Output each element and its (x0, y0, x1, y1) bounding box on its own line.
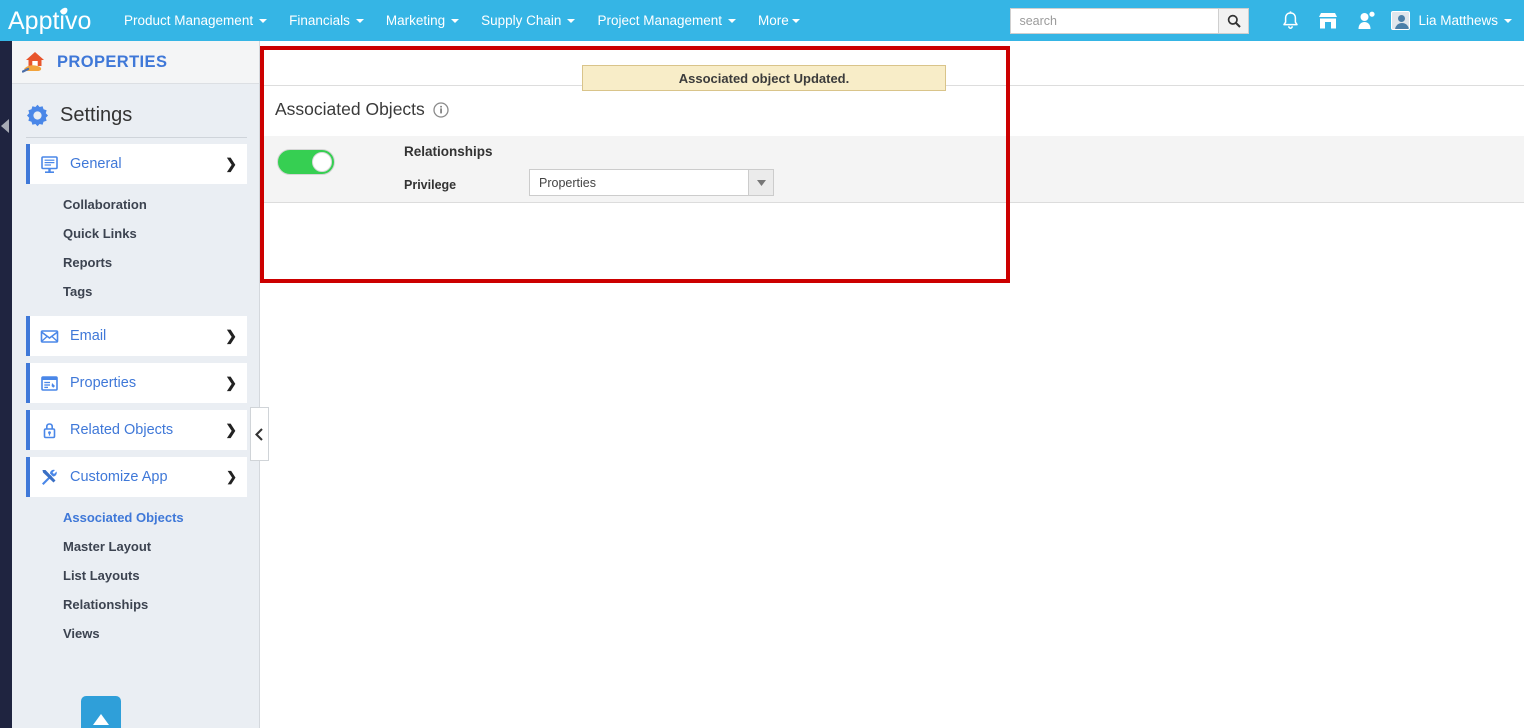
chevron-right-icon: ❯ (225, 374, 237, 391)
global-search-input[interactable] (1010, 7, 1219, 34)
page-title: Associated Objects (275, 99, 425, 119)
sidebar-group-label: General (70, 156, 122, 172)
sidebar-group-customize-app[interactable]: Customize App ❯ (26, 457, 247, 497)
svg-text:Apptivo: Apptivo (8, 7, 91, 35)
info-circle-icon[interactable] (433, 101, 449, 118)
primary-menu: Product Management Financials Marketing … (113, 0, 811, 41)
nav-label: Project Management (597, 13, 723, 28)
user-add-icon (1358, 11, 1375, 29)
nav-label: Product Management (124, 13, 254, 28)
chevron-right-icon: ❯ (225, 155, 237, 172)
nav-label: Financials (289, 13, 350, 28)
nav-item-more[interactable]: More (747, 0, 811, 41)
user-menu[interactable]: Lia Matthews (1391, 0, 1512, 41)
privilege-dropdown-arrow[interactable] (748, 170, 773, 195)
add-user-button[interactable] (1347, 0, 1385, 41)
sidebar-item-views[interactable]: Views (12, 619, 259, 648)
nav-item-product-management[interactable]: Product Management (113, 0, 278, 41)
nav-label: Marketing (385, 13, 446, 28)
sidebar-item-tags[interactable]: Tags (12, 277, 259, 306)
search-icon (1227, 14, 1241, 28)
chevron-up-icon (93, 714, 109, 725)
nav-item-marketing[interactable]: Marketing (375, 0, 470, 41)
nav-item-supply-chain[interactable]: Supply Chain (470, 0, 586, 41)
sidebar-item-list-layouts[interactable]: List Layouts (12, 561, 259, 590)
sidebar-group-related-objects[interactable]: Related Objects ❯ (26, 410, 247, 450)
left-rail (0, 0, 12, 728)
sidebar-item-master-layout[interactable]: Master Layout (12, 532, 259, 561)
privilege-select[interactable]: Properties (529, 169, 774, 196)
chevron-down-icon (728, 18, 737, 23)
sidebar-group-label: Email (70, 328, 107, 344)
top-navigation-right: Lia Matthews (1010, 0, 1512, 41)
bell-icon (1283, 11, 1298, 29)
lock-icon (34, 421, 64, 440)
sidebar-item-reports[interactable]: Reports (12, 248, 259, 277)
app-title: PROPERTIES (57, 52, 168, 71)
envelope-icon (34, 327, 64, 346)
main-content: Associated object Updated. Associated Ob… (260, 41, 1524, 728)
sidebar-group-label: Properties (70, 375, 137, 391)
global-search-group (1010, 7, 1250, 34)
sidebar-group-label: Customize App (70, 469, 168, 485)
apptivo-logo[interactable]: Apptivo (8, 0, 112, 41)
sidebar-group-general[interactable]: General ❯ (26, 144, 247, 184)
nav-item-financials[interactable]: Financials (278, 0, 375, 41)
notifications-button[interactable] (1271, 0, 1309, 41)
settings-sidebar: PROPERTIES Settings General ❯ Collaborat… (12, 41, 269, 728)
associated-object-row: Relationships Privilege Properties (260, 136, 1524, 203)
chevron-down-icon (259, 18, 268, 23)
chevron-down-icon: ❯ (226, 469, 237, 484)
user-avatar-icon (1391, 11, 1411, 30)
chevron-right-icon: ❯ (225, 421, 237, 438)
chevron-down-icon (451, 18, 460, 23)
privilege-selected-value: Properties (539, 175, 596, 190)
monitor-icon (34, 155, 64, 174)
gear-icon (27, 104, 48, 127)
chevron-down-icon (355, 18, 364, 23)
privilege-label: Privilege (404, 178, 457, 192)
settings-label: Settings (60, 104, 133, 126)
sidebar-group-properties[interactable]: Properties ❯ (26, 363, 247, 403)
sidebar-item-relationships[interactable]: Relationships (12, 590, 259, 619)
store-icon (1319, 12, 1338, 28)
house-hand-icon (22, 52, 44, 73)
document-icon (34, 374, 64, 393)
rail-collapse-handle[interactable] (1, 118, 10, 134)
section-header: Associated Objects (275, 99, 449, 120)
chevron-down-icon (756, 179, 766, 186)
settings-header: Settings (12, 84, 259, 137)
nav-label: More (758, 13, 789, 28)
tools-icon (34, 467, 64, 487)
app-title-bar: PROPERTIES (12, 41, 259, 84)
sidebar-item-associated-objects[interactable]: Associated Objects (12, 503, 259, 532)
chevron-down-icon (791, 18, 800, 23)
status-toast: Associated object Updated. (582, 65, 946, 91)
chevron-right-icon: ❯ (225, 327, 237, 344)
sidebar-sublist-customize-app: Associated Objects Master Layout List La… (12, 497, 259, 652)
toggle-knob (312, 152, 332, 172)
scroll-to-top-button[interactable] (81, 696, 121, 728)
global-search-button[interactable] (1218, 7, 1250, 34)
sidebar-group-label: Related Objects (70, 422, 174, 438)
chevron-down-icon (567, 18, 576, 23)
settings-divider (26, 137, 247, 138)
relationships-toggle[interactable] (277, 149, 335, 175)
sidebar-item-quick-links[interactable]: Quick Links (12, 219, 259, 248)
sidebar-group-email[interactable]: Email ❯ (26, 316, 247, 356)
nav-label: Supply Chain (481, 13, 562, 28)
relationships-label: Relationships (404, 144, 493, 159)
sidebar-item-collaboration[interactable]: Collaboration (12, 190, 259, 219)
sidebar-sublist-general: Collaboration Quick Links Reports Tags (12, 184, 259, 310)
user-name-label: Lia Matthews (1418, 13, 1498, 28)
top-navigation-bar: Apptivo Product Management Financials Ma… (0, 0, 1524, 41)
chevron-down-icon (1504, 18, 1512, 23)
sidebar-collapse-handle[interactable] (250, 407, 269, 461)
marketplace-button[interactable] (1309, 0, 1347, 41)
nav-item-project-management[interactable]: Project Management (586, 0, 747, 41)
chevron-left-icon (255, 427, 263, 441)
